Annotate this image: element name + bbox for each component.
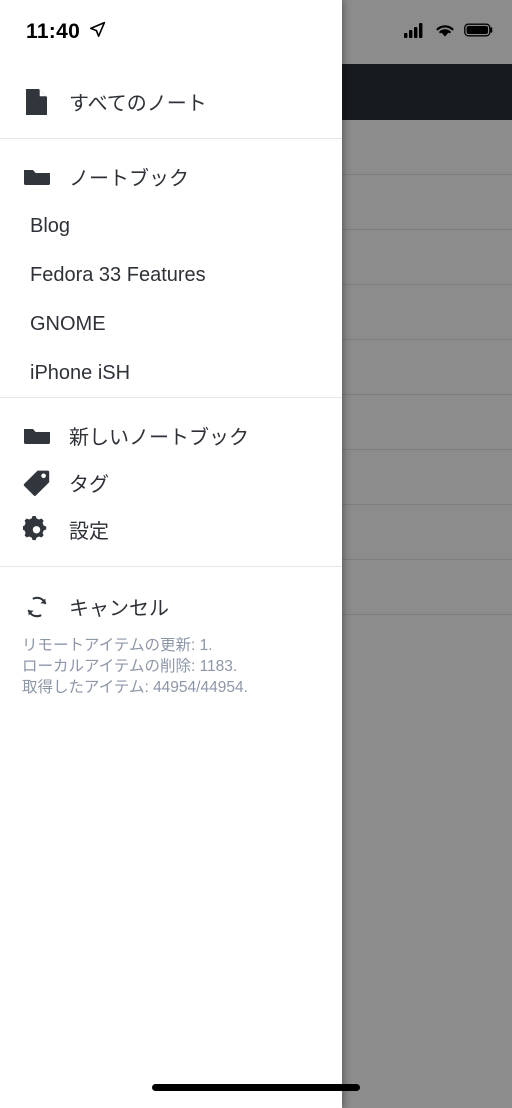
drawer-item-new-notebook[interactable]: 新しいノートブック: [0, 412, 342, 459]
sync-report-line: ローカルアイテムの削除: 1183.: [22, 658, 238, 675]
drawer-actions-section: 新しいノートブック タグ 設定: [0, 397, 342, 566]
all-notes-section: すべてのノート: [0, 64, 342, 138]
notebooks-header[interactable]: ノートブック: [0, 153, 342, 200]
location-arrow-icon: [89, 21, 106, 43]
notebook-scroll-list[interactable]: Blog Fedora 33 Features GNOME iPhone iSH…: [0, 202, 342, 384]
sync-status-section: キャンセル リモートアイテムの更新: 1. ローカルアイテムの削除: 1183.…: [0, 566, 342, 698]
notebook-item[interactable]: Fedora 33 Features: [0, 251, 342, 300]
drawer-item-label: タグ: [69, 474, 109, 496]
gear-icon: [22, 515, 51, 544]
sync-icon: [22, 592, 51, 621]
sync-report: リモートアイテムの更新: 1. ローカルアイテムの削除: 1183. 取得したア…: [0, 630, 342, 698]
sync-cancel-button[interactable]: キャンセル: [0, 583, 342, 630]
drawer-item-all-notes[interactable]: すべてのノート: [0, 78, 342, 125]
sync-report-line: 取得したアイテム: 44954/44954.: [22, 679, 248, 696]
tag-icon: [22, 468, 51, 497]
drawer-item-settings[interactable]: 設定: [0, 506, 342, 553]
notebook-item[interactable]: iPhone iSH: [0, 349, 342, 384]
folder-icon: [22, 421, 51, 450]
notebook-item[interactable]: Blog: [0, 202, 342, 251]
drawer-item-label: 設定: [69, 521, 109, 543]
folder-icon: [22, 162, 51, 191]
drawer-item-tags[interactable]: タグ: [0, 459, 342, 506]
navigation-drawer: 11:40 すべてのノート ノートブック Blog Fedora 33 Feat…: [0, 0, 342, 1108]
notebooks-section: ノートブック Blog Fedora 33 Features GNOME iPh…: [0, 138, 342, 397]
sync-cancel-label: キャンセル: [69, 598, 169, 620]
notebook-item[interactable]: GNOME: [0, 300, 342, 349]
status-bar-clock: 11:40: [26, 20, 81, 43]
drawer-status-bar: 11:40: [0, 0, 342, 64]
document-icon: [22, 87, 51, 116]
drawer-item-label: 新しいノートブック: [69, 427, 249, 449]
drawer-item-label: すべてのノート: [69, 93, 207, 115]
sync-report-line: リモートアイテムの更新: 1.: [22, 637, 213, 654]
notebooks-header-label: ノートブック: [69, 168, 189, 190]
